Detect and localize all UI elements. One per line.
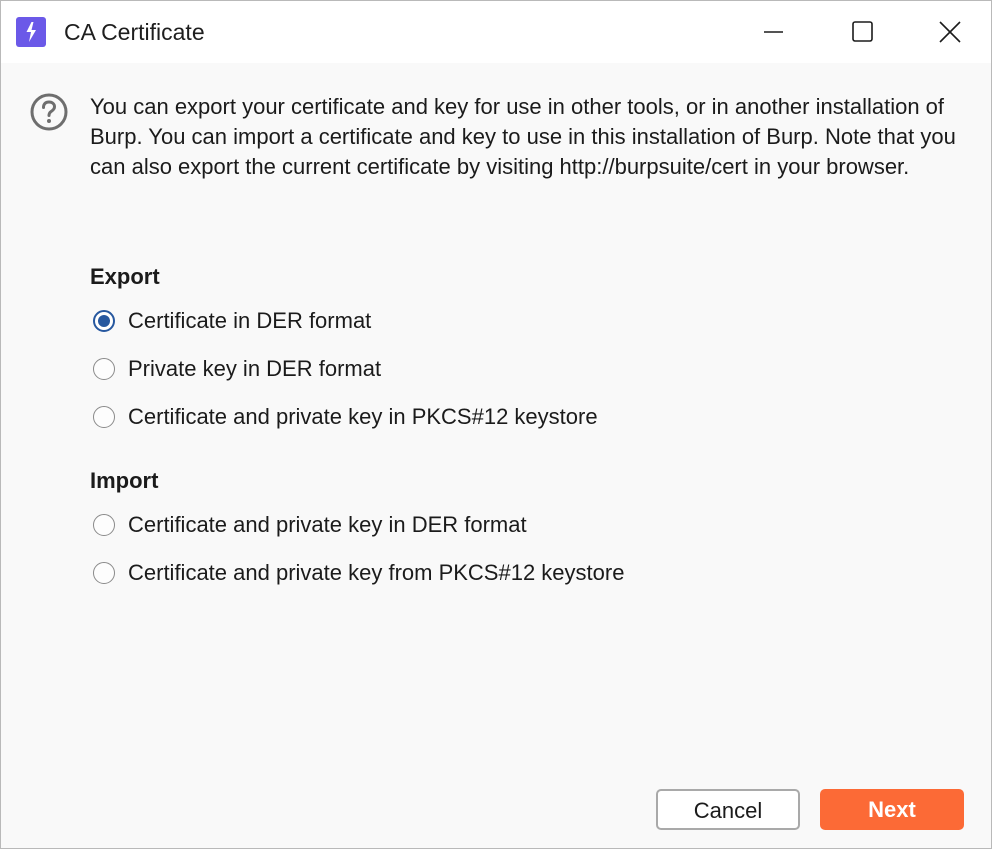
cancel-button[interactable]: Cancel — [656, 789, 800, 830]
ca-certificate-dialog: CA Certificate You can export your certi… — [0, 0, 992, 849]
intro-text: You can export your certificate and key … — [90, 94, 956, 179]
export-option-certificate-der[interactable]: Certificate in DER format — [93, 306, 371, 336]
window-title: CA Certificate — [64, 19, 205, 45]
close-button[interactable] — [904, 1, 991, 63]
radio-button[interactable] — [93, 514, 115, 536]
title-bar[interactable]: CA Certificate — [1, 1, 991, 63]
radio-button[interactable] — [93, 358, 115, 380]
maximize-icon — [852, 21, 873, 42]
radio-label: Certificate in DER format — [128, 308, 372, 333]
maximize-button[interactable] — [816, 1, 908, 63]
export-option-private-key-der[interactable]: Private key in DER format — [93, 354, 381, 384]
export-option-pkcs12[interactable]: Certificate and private key in PKCS#12 k… — [93, 402, 598, 432]
import-heading: Import — [90, 468, 159, 493]
minimize-button[interactable] — [728, 1, 820, 63]
minimize-icon — [764, 31, 783, 33]
export-heading: Export — [90, 264, 160, 289]
question-circle-icon — [29, 92, 69, 132]
import-option-der[interactable]: Certificate and private key in DER forma… — [93, 510, 527, 540]
radio-label: Certificate and private key from PKCS#12… — [128, 560, 625, 585]
radio-button[interactable] — [93, 562, 115, 584]
radio-label: Certificate and private key in DER forma… — [128, 512, 527, 537]
radio-button[interactable] — [93, 406, 115, 428]
burp-lightning-icon — [16, 17, 46, 47]
radio-label: Private key in DER format — [128, 356, 382, 381]
close-icon — [939, 21, 961, 43]
radio-button-selected[interactable] — [93, 310, 115, 332]
import-option-pkcs12[interactable]: Certificate and private key from PKCS#12… — [93, 558, 624, 588]
radio-label: Certificate and private key in PKCS#12 k… — [128, 404, 598, 429]
next-button[interactable]: Next — [820, 789, 964, 830]
